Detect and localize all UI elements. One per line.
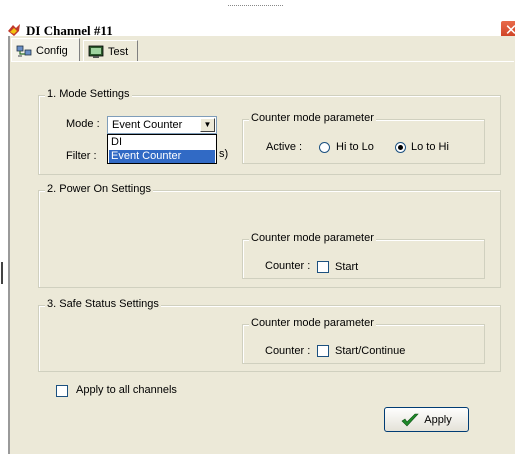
mode-select[interactable]: Event Counter ▼ <box>107 116 217 134</box>
power-on-counter-param-group: Counter mode parameter <box>242 232 485 279</box>
safe-status-legend: 3. Safe Status Settings <box>45 298 161 310</box>
mode-dropdown-list: DI Event Counter <box>107 134 217 164</box>
power-on-start-label: Start <box>335 261 359 273</box>
tab-config[interactable]: Config <box>11 38 80 62</box>
safe-status-start-continue-label: Start/Continue <box>335 345 406 357</box>
power-on-legend: 2. Power On Settings <box>45 183 153 195</box>
safe-status-counter-label: Counter : <box>265 345 311 357</box>
tab-config-label: Config <box>36 44 68 57</box>
mode-select-value: Event Counter <box>112 119 183 131</box>
tab-test-label: Test <box>108 45 129 58</box>
active-label: Active : <box>266 141 303 153</box>
checkmark-icon <box>401 413 419 426</box>
radio-hi-to-lo-label: Hi to Lo <box>336 141 374 153</box>
apply-button[interactable]: Apply <box>384 407 469 432</box>
apply-all-checkbox[interactable] <box>56 385 68 397</box>
safe-status-counter-param-legend: Counter mode parameter <box>249 317 376 329</box>
apply-all-label: Apply to all channels <box>76 384 177 396</box>
monitor-icon <box>88 45 104 58</box>
safe-status-counter-param-group: Counter mode parameter <box>242 317 485 364</box>
radio-hi-to-lo[interactable] <box>319 142 330 153</box>
radio-lo-to-hi-label: Lo to Hi <box>411 141 449 153</box>
chevron-down-icon[interactable]: ▼ <box>200 118 215 132</box>
mode-counter-param-legend: Counter mode parameter <box>249 112 376 124</box>
radio-lo-to-hi[interactable] <box>395 142 406 153</box>
dialog-window: DI Channel #11 ✕ Config Test 1. Mode Set… <box>0 0 515 454</box>
mode-settings-legend: 1. Mode Settings <box>45 88 132 100</box>
decorative-line <box>228 0 283 6</box>
tab-test[interactable]: Test <box>83 40 138 62</box>
filter-unit-suffix: s) <box>219 148 229 160</box>
power-on-counter-label: Counter : <box>265 260 311 272</box>
edge-mark <box>1 262 3 284</box>
apply-button-label: Apply <box>424 413 452 426</box>
network-icon <box>16 45 32 57</box>
mode-label: Mode : <box>66 118 100 130</box>
filter-label: Filter : <box>66 150 97 162</box>
dropdown-option-di[interactable]: DI <box>109 136 215 149</box>
power-on-start-checkbox[interactable] <box>317 261 329 273</box>
title-bar[interactable]: DI Channel #11 ✕ <box>0 9 515 42</box>
dropdown-option-event-counter[interactable]: Event Counter <box>109 150 215 163</box>
safe-status-start-continue-checkbox[interactable] <box>317 345 329 357</box>
app-icon <box>8 24 20 36</box>
power-on-counter-param-legend: Counter mode parameter <box>249 232 376 244</box>
